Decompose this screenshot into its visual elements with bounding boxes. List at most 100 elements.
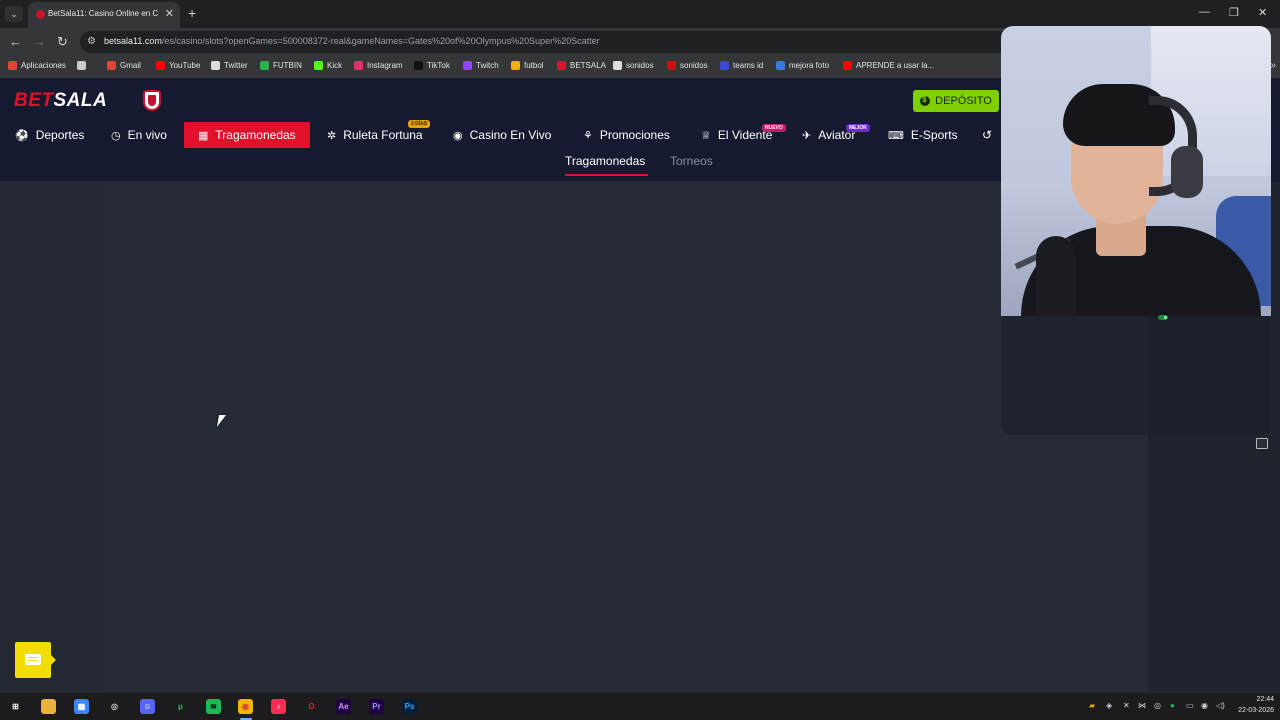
nav-item-label: Deportes <box>35 128 85 142</box>
bookmark-item[interactable]: APRENDE a usar la... <box>843 61 934 70</box>
nav-item-e-sports[interactable]: ⌨ E-Sports <box>888 122 958 148</box>
more-nav-icon[interactable]: ↺ <box>982 128 992 142</box>
bookmark-item[interactable]: Instagram <box>354 61 403 70</box>
tray-steam-icon[interactable]: ◎ <box>1154 701 1161 710</box>
tray-volume-icon[interactable]: ◁) <box>1216 701 1225 710</box>
reload-button[interactable]: ↻ <box>57 34 68 50</box>
nav-item-promociones[interactable]: ⚘ Promociones <box>583 122 670 148</box>
bookmark-item[interactable]: teams id <box>720 61 763 70</box>
bookmark-item[interactable]: futbol <box>511 61 544 70</box>
site-info-icon[interactable]: ⚙ <box>87 36 96 47</box>
bookmark-favicon-icon <box>414 61 423 70</box>
badge-mejor: MEJOR <box>846 124 870 132</box>
subtab-torneos[interactable]: Torneos <box>670 154 713 168</box>
tray-spotify-icon[interactable]: ● <box>1170 701 1175 710</box>
bookmark-item[interactable]: Kick <box>314 61 342 70</box>
tray-x-icon[interactable]: ✕ <box>1123 701 1130 710</box>
taskbar-spotify-icon[interactable]: ≋ <box>206 699 221 714</box>
bookmark-label: YouTube <box>169 61 201 70</box>
bookmark-item[interactable]: YouTube <box>156 61 200 70</box>
nav-item-label: Promociones <box>599 128 670 142</box>
live-chat-button[interactable] <box>15 642 56 678</box>
forward-button[interactable]: → <box>33 34 46 49</box>
deposit-label: DEPÓSITO <box>935 95 992 107</box>
bookmark-favicon-icon <box>8 61 17 70</box>
taskbar-start-icon[interactable]: ⊞ <box>8 699 23 714</box>
bookmark-item[interactable]: Twitch <box>463 61 499 70</box>
badge-3-dias: 3 DÍAS <box>408 120 431 128</box>
bookmark-item[interactable]: sonidos <box>613 61 654 70</box>
bookmark-label: teams id <box>733 61 764 70</box>
bookmark-item[interactable]: Twitter <box>211 61 248 70</box>
taskbar-time[interactable]: 22:44 <box>1238 696 1274 703</box>
taskbar-photoshop-icon[interactable]: Ps <box>402 699 417 714</box>
minimize-button[interactable]: — <box>1199 6 1210 18</box>
bookmark-label: sonidos <box>680 61 708 70</box>
taskbar-after-effects-icon[interactable]: Ae <box>336 699 351 714</box>
bookmark-item[interactable]: sonidos <box>667 61 708 70</box>
restore-button[interactable]: ❐ <box>1229 6 1239 19</box>
taskbar-utorrent-icon[interactable]: μ <box>173 699 188 714</box>
taskbar-opera-icon[interactable]: O <box>304 699 319 714</box>
chat-bubble-icon <box>25 654 41 665</box>
taskbar-discord-icon[interactable]: ☺ <box>140 699 155 714</box>
tab-close-icon[interactable]: ✕ <box>165 7 174 20</box>
badge-nuevo: NUEVO <box>762 124 786 132</box>
bookmark-item[interactable]: Gmail <box>107 61 141 70</box>
bookmarks-overflow-icon[interactable]: » <box>1270 60 1276 71</box>
taskbar-store-icon[interactable]: ▦ <box>74 699 89 714</box>
taskbar-date[interactable]: 22-03-2026 <box>1230 707 1274 714</box>
game-loading-area[interactable] <box>8 183 1148 691</box>
taskbar-file-explorer-icon[interactable] <box>41 699 56 714</box>
taskbar-browser-alt-icon[interactable]: ◎ <box>107 699 122 714</box>
subtab-tragamonedas[interactable]: Tragamonedas <box>565 154 645 168</box>
bookmark-item[interactable] <box>77 61 90 70</box>
nav-item-label: Casino En Vivo <box>469 128 552 142</box>
nav-item-tragamonedas[interactable]: ▦ Tragamonedas <box>184 122 310 148</box>
gamepad-icon: ⌨ <box>888 129 904 142</box>
betsala-logo[interactable]: BETSALA <box>14 90 107 112</box>
panel-split-icon[interactable] <box>1256 438 1268 449</box>
nav-item-en-vivo[interactable]: ◷ En vivo <box>111 122 167 148</box>
bookmark-favicon-icon <box>156 61 165 70</box>
close-window-button[interactable]: ✕ <box>1258 6 1267 19</box>
bookmark-item[interactable]: BETSALA <box>557 61 606 70</box>
club-crest-icon <box>143 90 161 111</box>
bookmark-item[interactable]: mejora foto <box>776 61 829 70</box>
header-divider <box>0 181 1000 182</box>
subtab-active-indicator <box>565 174 648 176</box>
nav-item-deportes[interactable]: ⚽ Deportes <box>15 122 84 148</box>
clock-icon: ◷ <box>111 129 121 142</box>
tray-network-icon[interactable]: ◈ <box>1106 701 1112 710</box>
taskbar-tiktok-live-icon[interactable]: ♪ <box>271 699 286 714</box>
tray-folder-icon[interactable]: ▰ <box>1089 701 1095 710</box>
taskbar-chrome-icon[interactable]: ◉ <box>238 699 253 714</box>
headset-earcup <box>1171 146 1203 198</box>
bookmark-item[interactable]: TikTok <box>414 61 450 70</box>
logo-sala: SALA <box>53 90 108 111</box>
bookmark-item[interactable]: FUTBIN <box>260 61 302 70</box>
logo-bet: BET <box>14 90 54 111</box>
taskbar-premiere-icon[interactable]: Pr <box>369 699 384 714</box>
bookmark-label: APRENDE a usar la... <box>856 61 935 70</box>
bookmark-label: BETSALA <box>570 61 607 70</box>
tray-display-icon[interactable]: ▭ <box>1186 701 1194 710</box>
bookmark-item[interactable]: Aplicaciones <box>8 61 66 70</box>
deposit-button[interactable]: DEPÓSITO <box>913 90 999 112</box>
browser-tab-active[interactable]: BetSala11: Casino Online en Ch ✕ <box>28 2 180 28</box>
bookmark-favicon-icon <box>613 61 622 70</box>
back-button[interactable]: ← <box>9 34 22 49</box>
url-host: betsala11.com <box>104 36 162 46</box>
nav-item-label: En vivo <box>127 128 167 142</box>
tray-wifi-icon[interactable]: ◉ <box>1201 701 1208 710</box>
new-tab-button[interactable]: + <box>188 5 196 21</box>
bookmark-label: futbol <box>524 61 544 70</box>
bookmark-favicon-icon <box>843 61 852 70</box>
bookmark-favicon-icon <box>720 61 729 70</box>
nav-item-casino-en-vivo[interactable]: ◉ Casino En Vivo <box>453 122 551 148</box>
bookmark-favicon-icon <box>314 61 323 70</box>
bookmark-favicon-icon <box>354 61 363 70</box>
tab-search-button[interactable]: ⌄ <box>5 6 23 22</box>
bookmark-favicon-icon <box>77 61 86 70</box>
tray-app-icon[interactable]: ⋈ <box>1138 701 1146 710</box>
